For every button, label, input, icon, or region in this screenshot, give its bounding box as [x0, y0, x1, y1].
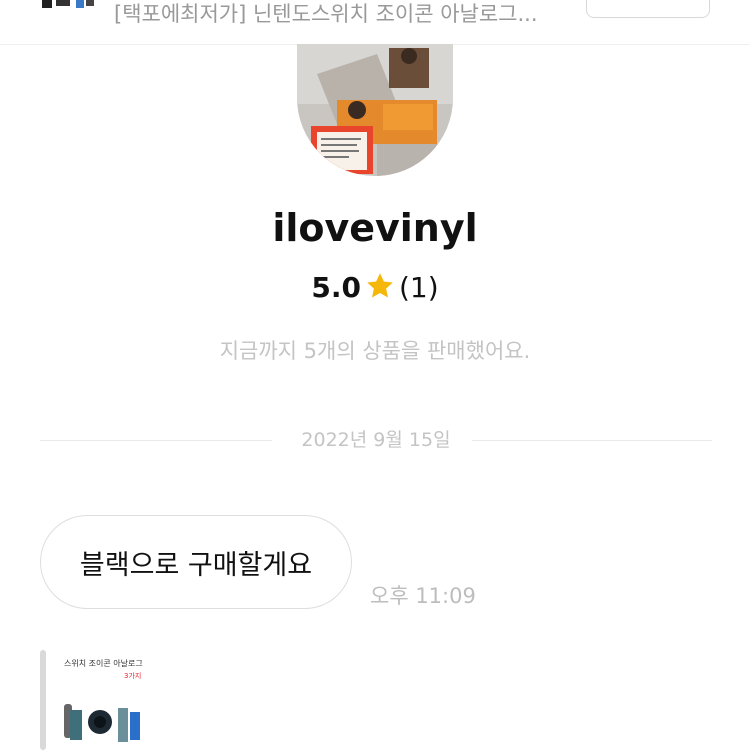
seller-avatar[interactable]	[297, 44, 453, 176]
product-card-image[interactable]: 스위치 조이콘 아날로그 3가지	[60, 656, 144, 750]
product-thumbnail	[40, 0, 96, 14]
sales-summary: 지금까지 5개의 상품을 판매했어요.	[219, 339, 531, 363]
product-header[interactable]: [택포에최저가] 닌텐도스위치 조이콘 아날로그...	[0, 0, 750, 44]
message-bubble[interactable]: 블랙으로 구매할게요	[40, 515, 352, 609]
divider-line-right	[472, 440, 712, 441]
product-card[interactable]: 스위치 조이콘 아날로그 3가지	[40, 650, 144, 750]
seller-username: ilovevinyl	[272, 206, 478, 250]
date-divider: 2022년 9월 15일	[40, 426, 712, 454]
message-time: 오후 11:09	[370, 584, 476, 608]
message-text: 블랙으로 구매할게요	[79, 549, 313, 581]
header-action-button[interactable]	[586, 0, 710, 18]
review-count: (1)	[398, 271, 439, 304]
star-icon	[365, 271, 395, 301]
product-title[interactable]: [택포에최저가] 닌텐도스위치 조이콘 아날로그...	[114, 0, 538, 28]
rating-score: 5.0	[311, 271, 361, 304]
card-accent-bar	[40, 650, 46, 750]
seller-rating[interactable]: 5.0 (1)	[0, 268, 750, 308]
